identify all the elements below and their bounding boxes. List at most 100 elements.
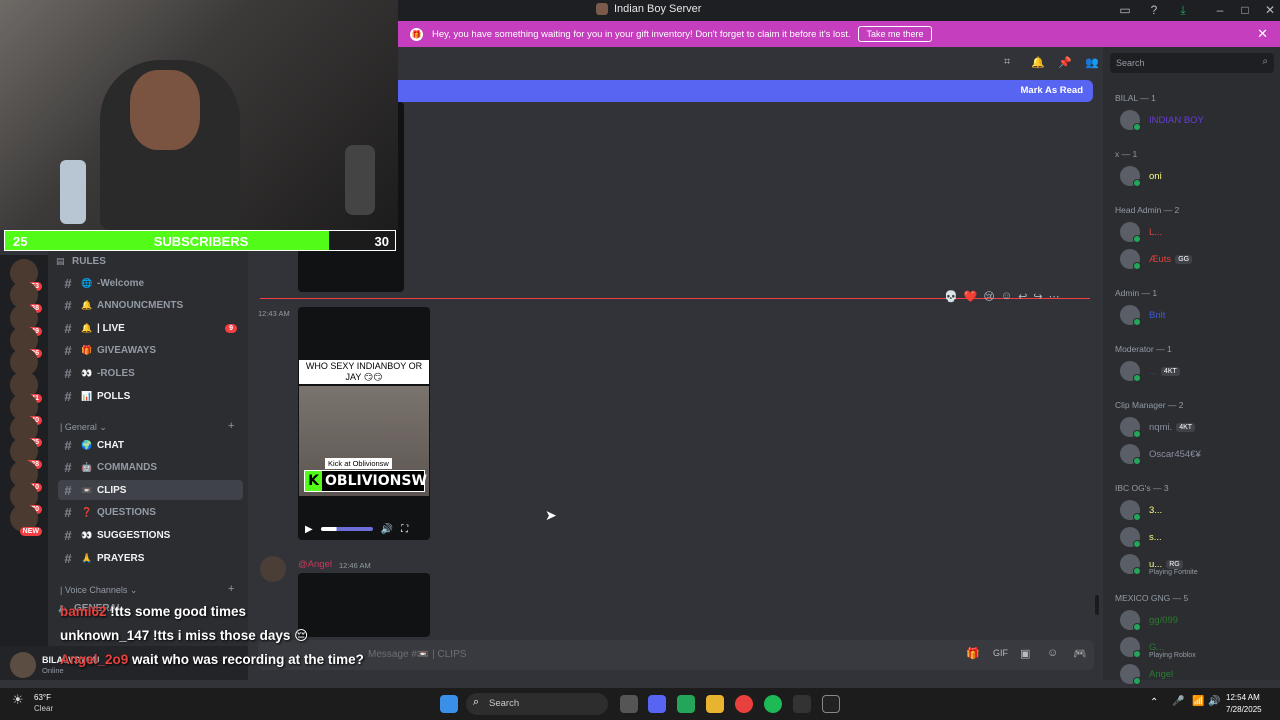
- discord-app-icon[interactable]: [648, 695, 666, 713]
- member-row[interactable]: ... 4KT: [1120, 360, 1180, 382]
- gif-icon[interactable]: GIF: [993, 648, 1008, 658]
- epic-games-icon[interactable]: [822, 695, 840, 713]
- channel-item[interactable]: # 🌐 -Welcome: [58, 273, 243, 293]
- skull-reaction-icon[interactable]: 💀: [944, 290, 958, 303]
- channel-emoji-icon: 🤖: [81, 462, 93, 473]
- hash-icon: #: [64, 365, 72, 381]
- channel-item[interactable]: # 🔔 | LIVE 9: [58, 318, 243, 338]
- channel-item[interactable]: # 👀 -ROLES: [58, 363, 243, 383]
- channel-label: CHAT: [97, 439, 125, 451]
- mark-as-read-button[interactable]: Mark As Read: [1021, 85, 1083, 96]
- category-general[interactable]: | General ⌄: [60, 422, 107, 433]
- member-row[interactable]: Æuts GG: [1120, 248, 1193, 270]
- channel-item[interactable]: # 🙏 PRAYERS: [58, 548, 243, 568]
- play-icon[interactable]: ▶: [305, 524, 313, 535]
- clock-time[interactable]: 12:54 AM: [1226, 693, 1260, 702]
- forward-icon[interactable]: ↪: [1033, 290, 1042, 303]
- member-row[interactable]: L...: [1120, 221, 1162, 243]
- channel-emoji-icon: 🌍: [81, 439, 93, 450]
- member-row[interactable]: s...: [1120, 526, 1162, 548]
- channel-rules[interactable]: ▤ RULES: [56, 251, 176, 271]
- weather-icon[interactable]: ☀: [12, 692, 24, 708]
- inbox-icon[interactable]: ▭: [1118, 3, 1132, 17]
- channel-item[interactable]: # 🎁 GIVEAWAYS: [58, 341, 243, 361]
- member-row[interactable]: 3...: [1120, 499, 1162, 521]
- spotify-icon[interactable]: [764, 695, 782, 713]
- start-icon[interactable]: [440, 695, 458, 713]
- task-view-icon[interactable]: [620, 695, 638, 713]
- channel-label: ANNOUNCMENTS: [97, 300, 184, 312]
- mic-icon[interactable]: 🎤: [1172, 696, 1184, 707]
- member-list-icon[interactable]: 👥: [1085, 56, 1099, 69]
- member-row[interactable]: Oscar454€¥: [1120, 443, 1201, 465]
- volume-icon[interactable]: 🔊: [381, 524, 393, 535]
- member-row[interactable]: G... Playing Roblox: [1120, 636, 1196, 659]
- video-kick-text: Kick at Oblivionsw: [325, 458, 392, 469]
- taskbar-search[interactable]: ⌕ Search: [466, 693, 608, 715]
- hash-icon: #: [64, 482, 72, 498]
- avatar: [1120, 417, 1141, 438]
- game-app-icon[interactable]: [793, 695, 811, 713]
- channel-item[interactable]: # ❓ QUESTIONS: [58, 503, 243, 523]
- member-row[interactable]: nqmi. 4KT: [1120, 416, 1196, 438]
- download-icon[interactable]: ⤓: [1176, 3, 1190, 17]
- tray-chevron-icon[interactable]: ⌃: [1150, 697, 1158, 708]
- heart-reaction-icon[interactable]: ❤️: [964, 290, 978, 303]
- channel-label: QUESTIONS: [97, 507, 156, 519]
- wifi-icon[interactable]: 📶: [1192, 696, 1204, 707]
- add-channel-icon[interactable]: +: [228, 420, 234, 432]
- avatar: [1120, 305, 1141, 326]
- category-voice[interactable]: | Voice Channels ⌄: [60, 585, 137, 596]
- channel-item[interactable]: # 🌍 CHAT: [58, 435, 243, 455]
- maximize-icon[interactable]: □: [1238, 3, 1252, 17]
- member-row[interactable]: u... RG Playing Fortnite: [1120, 553, 1198, 576]
- banner-text: Hey, you have something waiting for you …: [432, 28, 851, 40]
- channel-item[interactable]: # 🤖 COMMANDS: [58, 458, 243, 478]
- member-row[interactable]: oni: [1120, 165, 1162, 187]
- minimize-icon[interactable]: –: [1213, 3, 1227, 17]
- app-icon[interactable]: [677, 695, 695, 713]
- take-me-there-button[interactable]: Take me there: [858, 26, 932, 42]
- close-window-icon[interactable]: ✕: [1263, 3, 1277, 17]
- chat-scrollbar[interactable]: [1095, 595, 1099, 615]
- avatar[interactable]: [260, 556, 286, 582]
- add-voice-channel-icon[interactable]: +: [228, 583, 234, 595]
- emoji-icon[interactable]: ☺: [1047, 647, 1058, 659]
- channel-item[interactable]: # 👀 SUGGESTIONS: [58, 525, 243, 545]
- file-explorer-icon[interactable]: [706, 695, 724, 713]
- fullscreen-icon[interactable]: ⛶: [401, 524, 408, 535]
- chrome-icon[interactable]: [735, 695, 753, 713]
- activities-icon[interactable]: 🎮: [1073, 647, 1087, 660]
- member-row[interactable]: Bnlt: [1120, 304, 1165, 326]
- member-row[interactable]: Angel: [1120, 663, 1173, 685]
- message-author[interactable]: @Angel: [298, 559, 332, 570]
- reply-icon[interactable]: ↩: [1018, 290, 1027, 303]
- avatar[interactable]: [10, 652, 36, 678]
- notification-bell-icon[interactable]: 🔔: [1031, 56, 1045, 69]
- clock-date[interactable]: 7/28/2025: [1226, 705, 1262, 714]
- volume-bar[interactable]: [320, 527, 373, 531]
- threads-icon[interactable]: ⌗: [1004, 56, 1010, 69]
- add-reaction-icon[interactable]: ☺: [1001, 290, 1012, 303]
- member-name: Angel: [1149, 668, 1174, 680]
- channel-item[interactable]: # 🔔 ANNOUNCMENTS: [58, 296, 243, 316]
- new-messages-bar[interactable]: Mark As Read: [398, 80, 1093, 102]
- cry-reaction-icon[interactable]: 😢: [983, 290, 994, 303]
- gift-nitro-icon[interactable]: 🎁: [966, 647, 980, 660]
- search-input[interactable]: Search ⌕: [1110, 53, 1274, 73]
- member-row[interactable]: INDIAN BOY: [1120, 109, 1204, 131]
- volume-icon[interactable]: 🔊: [1208, 696, 1220, 707]
- banner-close-icon[interactable]: ✕: [1257, 26, 1268, 42]
- channel-emoji-icon: 👀: [81, 529, 93, 540]
- help-icon[interactable]: ?: [1147, 3, 1161, 17]
- pin-icon[interactable]: 📌: [1058, 56, 1072, 69]
- member-row[interactable]: gg/099: [1120, 609, 1178, 631]
- channel-item[interactable]: # 📼 CLIPS: [58, 480, 243, 501]
- sticker-icon[interactable]: ▣: [1020, 647, 1030, 660]
- member-name: L...: [1149, 226, 1163, 238]
- more-icon[interactable]: ⋯: [1049, 290, 1060, 303]
- server-icon[interactable]: NEW: [10, 504, 42, 537]
- member-name: Æuts: [1149, 253, 1172, 265]
- channel-item[interactable]: # 📊 POLLS: [58, 386, 243, 406]
- hash-icon: #: [64, 275, 72, 291]
